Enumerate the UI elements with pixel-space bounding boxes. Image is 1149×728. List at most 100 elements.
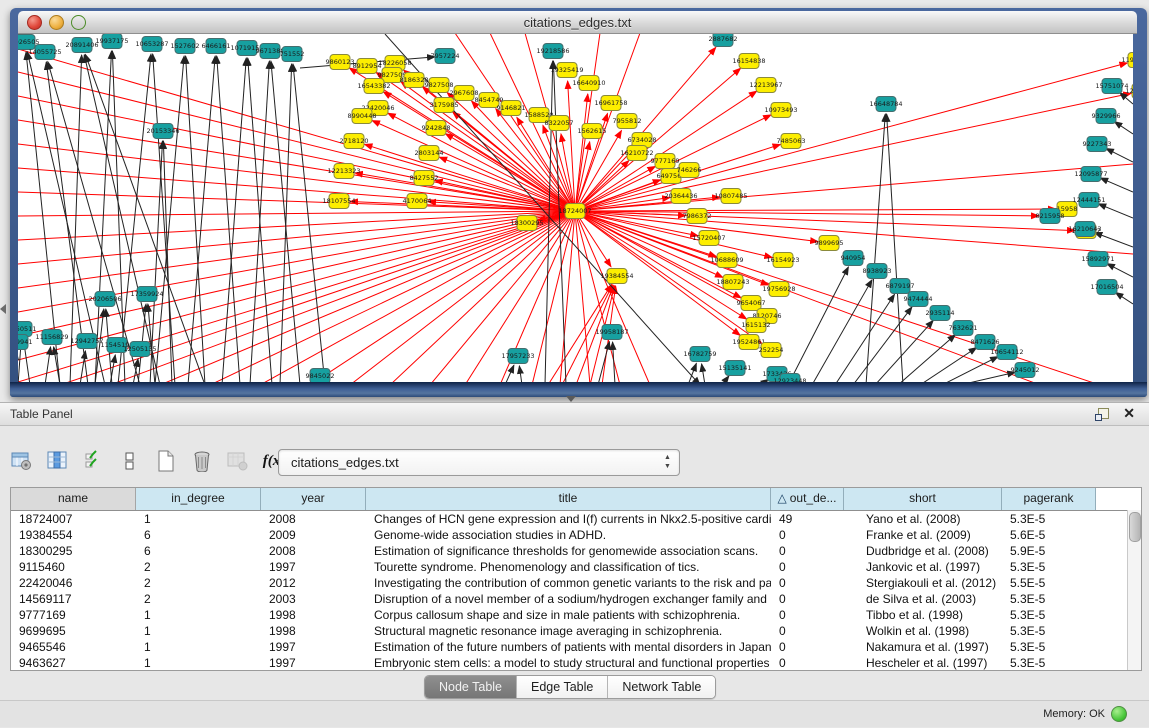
network-node[interactable]: 1615132 (742, 318, 771, 333)
table-row[interactable]: 946554611997Estimation of the future num… (11, 639, 1141, 655)
network-node[interactable]: 8215958 (1036, 209, 1065, 224)
network-node[interactable]: 11954909 (1121, 53, 1133, 68)
network-node[interactable]: 16782759 (683, 347, 716, 362)
column-header-year[interactable]: year (261, 488, 366, 510)
network-node[interactable]: 19937175 (95, 34, 128, 49)
table-scrollbar[interactable] (1127, 510, 1141, 670)
network-node[interactable]: 9146821 (497, 101, 526, 116)
network-node[interactable]: 7955812 (613, 114, 642, 129)
network-node[interactable]: 15135141 (718, 361, 751, 376)
network-node[interactable]: 15751074 (1095, 79, 1128, 94)
table-settings-button[interactable] (10, 449, 34, 473)
column-header-in_degree[interactable]: in_degree (136, 488, 261, 510)
network-node[interactable]: 2887682 (709, 34, 738, 47)
west-panel-collapse-icon[interactable] (0, 304, 6, 314)
network-node[interactable]: 7485063 (777, 134, 806, 149)
table-row[interactable]: 1830029562008Estimation of significance … (11, 543, 1141, 559)
network-node[interactable]: 15892971 (1081, 252, 1114, 267)
network-node[interactable]: 8322057 (545, 116, 574, 131)
network-node[interactable]: 2718120 (340, 134, 369, 149)
network-node[interactable]: 6466161 (202, 39, 231, 54)
network-node[interactable]: 2803144 (415, 146, 444, 161)
table-row[interactable]: 969969511998Structural magnetic resonanc… (11, 623, 1141, 639)
table-row[interactable]: 911546021997Tourette syndrome. Phenomeno… (11, 559, 1141, 575)
table-row[interactable]: 1456911722003Disruption of a novel membe… (11, 591, 1141, 607)
float-panel-icon[interactable] (1098, 408, 1109, 419)
network-node[interactable]: 12942757 (70, 334, 103, 349)
network-node[interactable]: 9860123 (326, 55, 355, 70)
network-node[interactable]: 18107554 (322, 194, 355, 209)
network-node[interactable]: 11156829 (35, 330, 68, 345)
network-node[interactable]: 16154923 (766, 253, 799, 268)
select-all-columns-button[interactable] (82, 449, 106, 473)
network-node[interactable]: 16648784 (869, 97, 902, 112)
table-chooser-dropdown[interactable]: citations_edges.txt ▲▼ (278, 449, 680, 476)
new-column-button[interactable] (154, 449, 178, 473)
network-node[interactable]: 17957233 (501, 349, 534, 364)
network-node[interactable]: 252254 (759, 343, 784, 358)
network-node[interactable]: 12213967 (749, 78, 782, 93)
table-row[interactable]: 977716911998Corpus callosum shape and si… (11, 607, 1141, 623)
delete-table-button-disabled[interactable] (226, 449, 250, 473)
delete-column-button[interactable] (190, 449, 214, 473)
network-node[interactable]: 8427552 (410, 171, 439, 186)
network-node[interactable]: 7632621 (949, 321, 978, 336)
network-node[interactable]: 2935114 (926, 306, 955, 321)
table-row[interactable]: 1938455462009Genome-wide association stu… (11, 527, 1141, 543)
tab-node-table[interactable]: Node Table (425, 676, 517, 698)
column-header-name[interactable]: name (11, 488, 136, 510)
table-scrollbar-thumb[interactable] (1129, 512, 1141, 542)
network-node[interactable]: 19958187 (595, 325, 628, 340)
network-node[interactable]: 940954 (841, 251, 866, 266)
table-row[interactable]: 946362711997Embryonic stem cells: a mode… (11, 655, 1141, 671)
column-header-out_de[interactable]: △out_de... (771, 488, 844, 510)
table-row[interactable]: 2242004622012Investigating the contribut… (11, 575, 1141, 591)
svg-text:18724007: 18724007 (558, 207, 591, 215)
tab-network-table[interactable]: Network Table (608, 676, 715, 698)
network-node[interactable]: 1527602 (171, 39, 200, 54)
table-cell: Structural magnetic resonance image aver… (366, 623, 771, 639)
network-node[interactable]: 8938923 (863, 264, 892, 279)
network-node[interactable]: 17016504 (1090, 280, 1123, 295)
network-node[interactable]: 3175985 (430, 98, 459, 113)
row-height-button[interactable] (118, 449, 142, 473)
network-node[interactable]: 9777169 (651, 154, 680, 169)
network-node[interactable]: 16640910 (572, 76, 605, 91)
network-node[interactable]: 15720407 (692, 231, 725, 246)
network-node[interactable]: 10807485 (714, 189, 747, 204)
network-node[interactable]: 19756928 (762, 282, 795, 297)
close-panel-icon[interactable]: ✕ (1123, 405, 1135, 422)
network-node[interactable]: 8990448 (348, 109, 377, 124)
tab-edge-table[interactable]: Edge Table (517, 676, 608, 698)
network-node[interactable]: 9474444 (904, 292, 933, 307)
network-node[interactable]: 4170064 (403, 194, 432, 209)
network-node[interactable]: 9329966 (1092, 109, 1121, 124)
network-node[interactable]: 9899695 (815, 236, 844, 251)
network-node[interactable]: 17359924 (130, 287, 163, 302)
network-node[interactable]: 7986372 (683, 209, 712, 224)
column-header-title[interactable]: title (366, 488, 771, 510)
network-canvas[interactable]: 1872400719384554183002959777169649756874… (18, 34, 1133, 382)
network-node[interactable]: 7957224 (431, 49, 460, 64)
network-node[interactable]: 9845022 (306, 369, 335, 383)
column-header-pagerank[interactable]: pagerank (1002, 488, 1096, 510)
column-header-short[interactable]: short (844, 488, 1002, 510)
network-node[interactable]: 9242848 (422, 121, 451, 136)
network-node[interactable]: 746266 (677, 163, 702, 178)
network-node[interactable]: 16961758 (594, 96, 627, 111)
network-node[interactable]: 16154838 (732, 54, 765, 69)
network-node[interactable]: 1562615 (578, 124, 607, 139)
network-node[interactable]: 19218586 (536, 44, 569, 59)
window-titlebar[interactable]: citations_edges.txt (18, 11, 1137, 34)
network-node[interactable]: 20891406 (65, 38, 98, 53)
network-node[interactable]: 9227343 (1083, 137, 1112, 152)
network-node[interactable]: 20153346 (146, 124, 179, 139)
network-node[interactable]: 9245012 (1011, 363, 1040, 378)
svg-text:18300295: 18300295 (510, 219, 543, 227)
table-row[interactable]: 1872400712008Changes of HCN gene express… (11, 511, 1141, 527)
show-columns-button[interactable] (46, 449, 70, 473)
network-node[interactable]: 19325419 (550, 63, 583, 78)
network-node[interactable]: 10653287 (135, 37, 168, 52)
network-node[interactable]: 751552 (280, 47, 305, 62)
network-node[interactable]: 3919941 (18, 335, 32, 350)
